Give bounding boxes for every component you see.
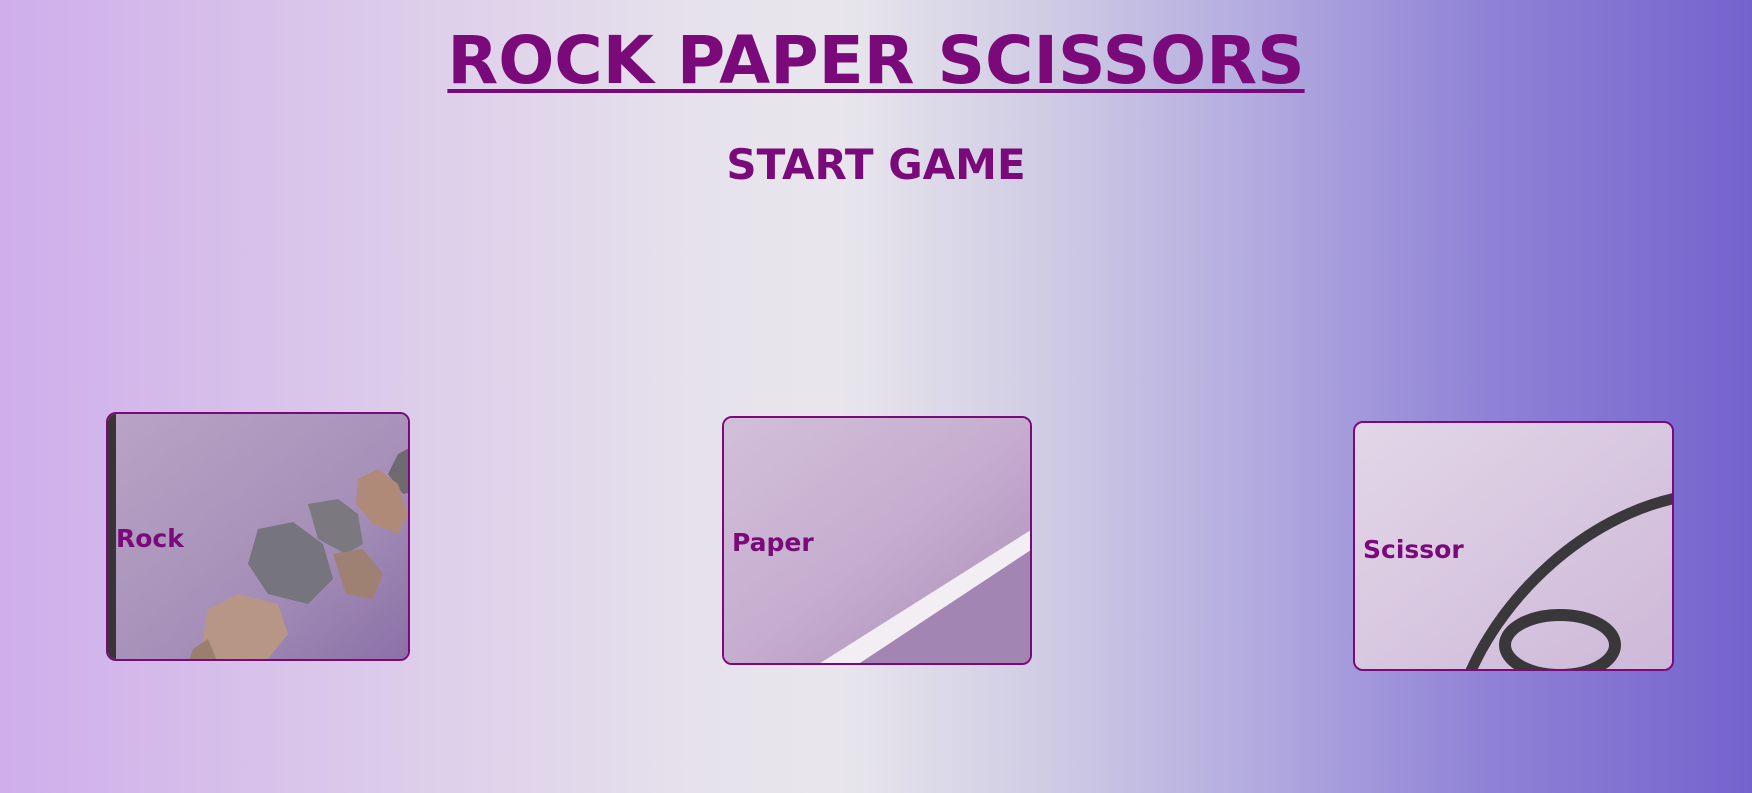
rock-label: Rock xyxy=(116,524,184,553)
start-game-button[interactable]: START GAME xyxy=(0,140,1752,189)
paper-choice-card[interactable]: Paper xyxy=(722,416,1032,665)
paper-label: Paper xyxy=(732,528,814,557)
rock-choice-card[interactable]: Rock xyxy=(106,412,410,661)
page-title: ROCK PAPER SCISSORS xyxy=(447,22,1305,99)
scissor-label: Scissor xyxy=(1363,535,1464,564)
scissor-choice-card[interactable]: Scissor xyxy=(1353,421,1674,671)
